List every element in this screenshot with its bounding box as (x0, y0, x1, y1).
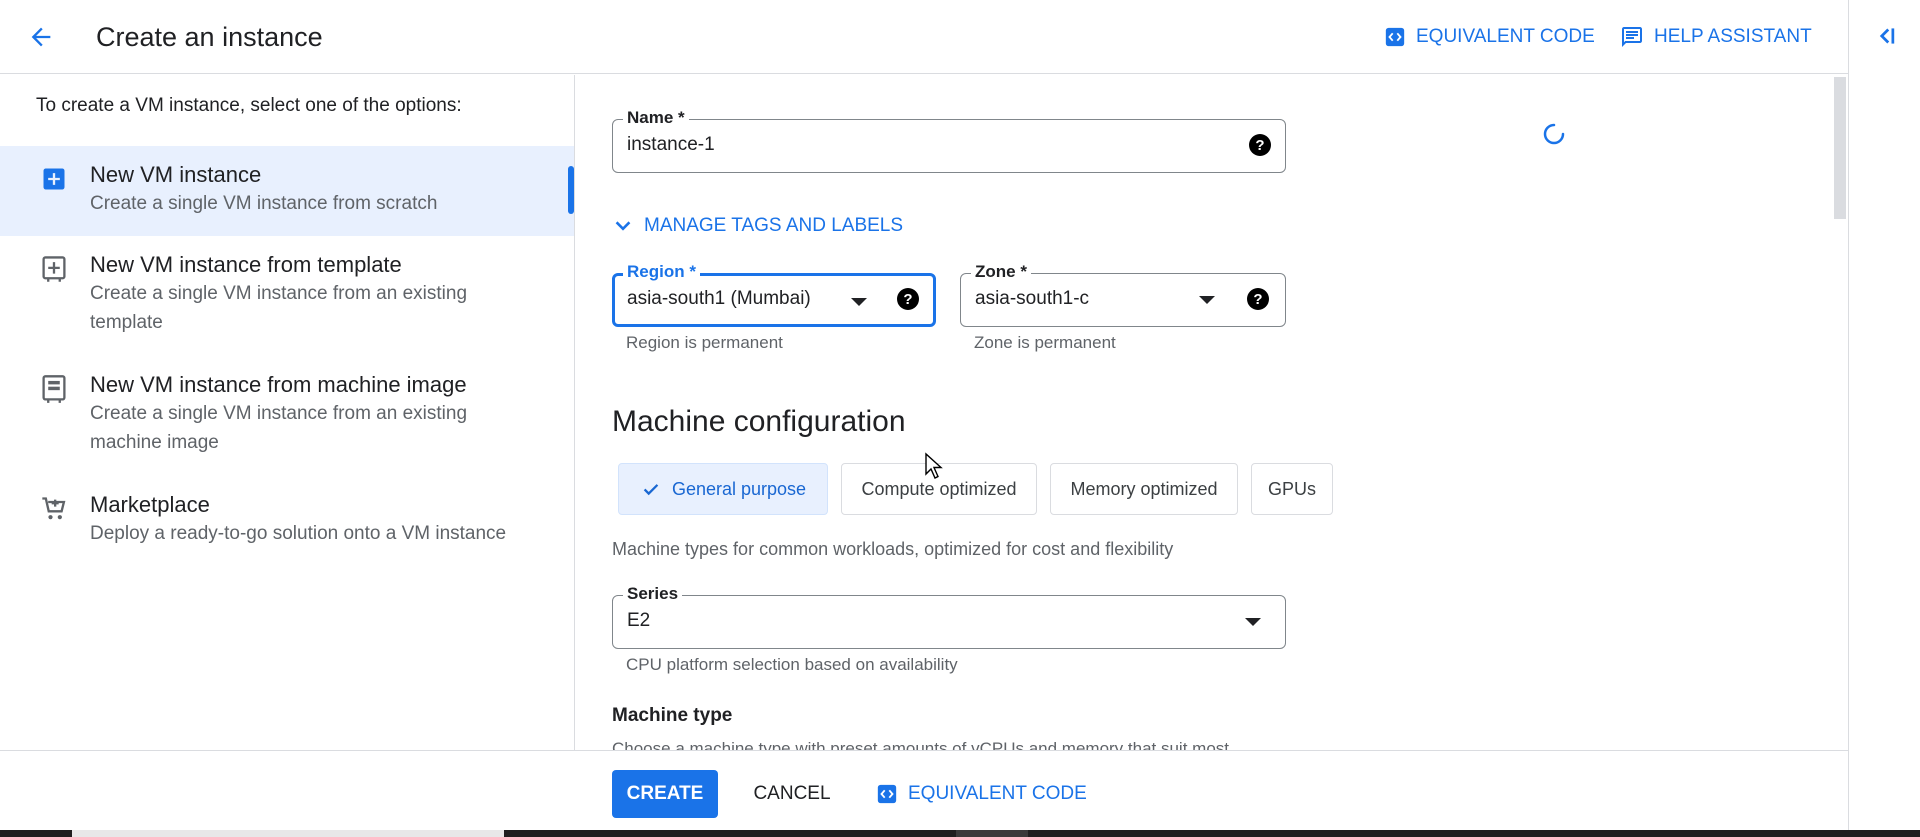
footer-equivalent-code-button[interactable]: EQUIVALENT CODE (876, 770, 1087, 818)
option-title: New VM instance from machine image (90, 372, 467, 397)
selection-indicator (568, 166, 574, 214)
manage-tags-label: MANAGE TAGS AND LABELS (644, 215, 904, 236)
instance-form: Name * instance-1 ? MANAGE TAGS AND LABE… (576, 75, 1848, 750)
option-desc: Deploy a ready-to-go solution onto a VM … (90, 523, 507, 544)
zone-hint: Zone is permanent (974, 333, 1116, 352)
help-assistant-button[interactable]: HELP ASSISTANT (1620, 22, 1812, 52)
dropdown-arrow-icon (1199, 296, 1215, 304)
option-new-vm-instance[interactable]: New VM instance Create a single VM insta… (0, 146, 574, 236)
add-template-icon (40, 254, 68, 284)
equivalent-code-button[interactable]: EQUIVALENT CODE (1384, 22, 1595, 52)
region-label: Region * (623, 261, 700, 283)
option-new-vm-from-template[interactable]: New VM instance from template Create a s… (0, 236, 574, 356)
zone-value: asia-south1-c (975, 288, 1090, 309)
help-icon[interactable]: ? (1249, 134, 1271, 156)
collapse-panel-icon[interactable] (1869, 18, 1901, 54)
machine-family-desc: Machine types for common workloads, opti… (612, 539, 1174, 559)
zone-label: Zone * (971, 261, 1031, 283)
equivalent-code-label: EQUIVALENT CODE (1416, 26, 1595, 47)
name-input-value[interactable]: instance-1 (627, 134, 715, 156)
tab-label: GPUs (1267, 478, 1316, 499)
dropdown-arrow-icon (1245, 618, 1261, 626)
scrollbar[interactable] (1832, 75, 1848, 750)
zone-select[interactable]: Zone * asia-south1-c ? (960, 261, 1286, 327)
cancel-button[interactable]: CANCEL (744, 770, 840, 818)
tab-general-purpose[interactable]: General purpose (618, 463, 828, 515)
taskbar-item[interactable] (956, 830, 1028, 837)
taskbar-item[interactable] (72, 830, 504, 837)
region-select[interactable]: Region * asia-south1 (Mumbai) ? (612, 261, 936, 327)
name-label: Name * (623, 107, 689, 129)
region-hint: Region is permanent (626, 333, 783, 352)
machine-type-desc: Choose a machine type with preset amount… (612, 739, 1229, 750)
options-intro-text: To create a VM instance, select one of t… (36, 95, 462, 116)
code-icon (877, 784, 897, 804)
dropdown-arrow-icon (851, 298, 867, 306)
cart-icon (40, 494, 68, 524)
tab-label: Memory optimized (1070, 478, 1218, 499)
series-label: Series (623, 583, 683, 605)
option-title: Marketplace (90, 492, 210, 517)
option-marketplace[interactable]: Marketplace Deploy a ready-to-go solutio… (0, 476, 574, 566)
loading-spinner-icon (1543, 123, 1565, 145)
option-desc: Create a single VM instance from scratch (90, 193, 438, 214)
tab-label: General purpose (671, 478, 807, 499)
page-title: Create an instance (96, 22, 323, 52)
creation-options-panel: To create a VM instance, select one of t… (0, 75, 575, 750)
tab-label: Compute optimized (861, 478, 1017, 499)
os-taskbar (0, 830, 1920, 837)
side-panel-rail (1848, 0, 1920, 837)
scrollbar-thumb[interactable] (1834, 77, 1846, 219)
page-header: Create an instance EQUIVALENT CODE HELP … (0, 0, 1848, 74)
series-value: E2 (627, 610, 651, 631)
mouse-cursor-icon (925, 452, 943, 479)
name-field[interactable]: Name * instance-1 ? (612, 107, 1286, 173)
create-button[interactable]: CREATE (612, 770, 718, 818)
back-arrow-icon[interactable] (24, 20, 58, 54)
tab-memory-optimized[interactable]: Memory optimized (1050, 463, 1238, 515)
machine-image-icon (40, 374, 68, 404)
machine-type-heading: Machine type (612, 705, 733, 726)
machine-config-title: Machine configuration (612, 405, 906, 438)
manage-tags-toggle[interactable]: MANAGE TAGS AND LABELS (612, 215, 903, 237)
action-footer: CREATE CANCEL EQUIVALENT CODE (0, 750, 1848, 830)
add-box-icon (40, 164, 68, 194)
check-icon (643, 484, 659, 496)
option-desc: Create a single VM instance from an exis… (90, 403, 468, 453)
region-value: asia-south1 (Mumbai) (627, 288, 811, 309)
option-title: New VM instance from template (90, 252, 402, 277)
option-title: New VM instance (90, 162, 262, 187)
chat-icon (1622, 27, 1642, 47)
code-icon (1385, 27, 1405, 47)
option-desc: Create a single VM instance from an exis… (90, 283, 468, 333)
help-assistant-label: HELP ASSISTANT (1654, 26, 1812, 47)
series-hint: CPU platform selection based on availabi… (626, 655, 958, 674)
chevron-down-icon (615, 221, 631, 231)
option-new-vm-from-machine-image[interactable]: New VM instance from machine image Creat… (0, 356, 574, 476)
help-icon[interactable]: ? (1247, 288, 1269, 310)
equivalent-code-label: EQUIVALENT CODE (908, 783, 1087, 804)
help-icon[interactable]: ? (897, 288, 919, 310)
tab-gpus[interactable]: GPUs (1251, 463, 1333, 515)
series-select[interactable]: Series E2 (612, 583, 1286, 649)
